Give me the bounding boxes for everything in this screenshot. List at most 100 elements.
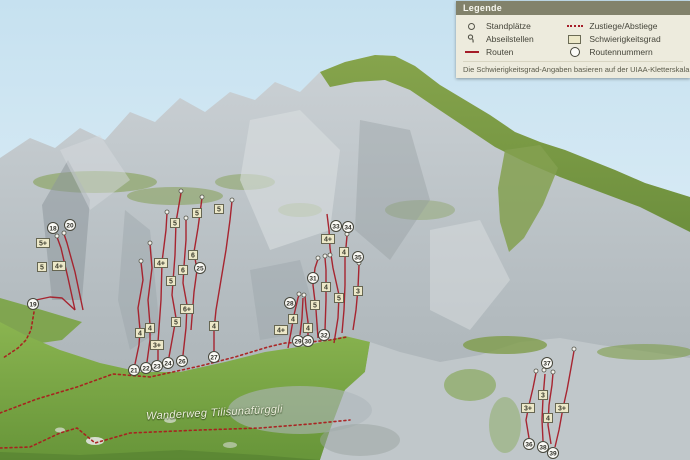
standplatz-marker <box>200 195 204 199</box>
grade-label: 3 <box>356 289 360 296</box>
route-number-label: 33 <box>332 223 340 230</box>
grade-label: 4 <box>138 331 142 338</box>
standplatz-marker <box>297 292 301 296</box>
standplatz-marker <box>148 241 152 245</box>
route-number-label: 36 <box>525 441 533 448</box>
route-line <box>325 258 326 330</box>
legend-item-routen: Routen <box>463 46 566 58</box>
standplatz-marker <box>302 293 306 297</box>
grade-label: 5 <box>217 207 221 214</box>
standplatz-marker <box>139 259 143 263</box>
route-number-label: 39 <box>549 450 557 457</box>
approach-trail-dotted <box>3 312 34 358</box>
route-number-label: 19 <box>29 301 37 308</box>
legend-item-routennummern: Routennummern <box>566 46 683 58</box>
grade-label: 4+ <box>55 264 63 271</box>
standplatz-icon <box>463 23 480 30</box>
route-number-label: 29 <box>294 338 302 345</box>
grade-label: 5+ <box>39 241 47 248</box>
grade-label: 5 <box>173 221 177 228</box>
grade-label: 6 <box>191 253 195 260</box>
legend-item-abseilstellen: Abseilstellen <box>463 33 566 45</box>
route-line <box>555 351 574 447</box>
grade-label: 4+ <box>277 328 285 335</box>
legend-item-label: Routennummern <box>589 46 652 58</box>
route-line <box>183 219 187 355</box>
standplatz-marker <box>572 347 576 351</box>
grade-label: 4 <box>342 250 346 257</box>
route-line <box>313 259 318 338</box>
route-number-label: 37 <box>543 360 551 367</box>
legend-item-label: Schwierigkeitsgrad <box>589 33 660 45</box>
standplatz-marker <box>184 216 188 220</box>
route-line <box>327 214 339 343</box>
approach-trail-dotted <box>0 337 347 413</box>
standplatz-marker <box>323 254 327 258</box>
route-number-label: 28 <box>286 300 294 307</box>
grade-label: 6 <box>181 268 185 275</box>
legend-item-standplaetze: Standplätze <box>463 20 566 32</box>
grade-label: 4 <box>306 326 310 333</box>
approach-trail-dotted <box>0 420 350 448</box>
standplatz-marker <box>62 231 66 235</box>
route-number-label: 32 <box>320 332 328 339</box>
grade-label: 4 <box>324 285 328 292</box>
route-line <box>158 213 167 360</box>
legend-item-label: Standplätze <box>486 20 531 32</box>
route-number-label: 22 <box>142 365 150 372</box>
legend-item-label: Routen <box>486 46 513 58</box>
zustieg-dotted-icon <box>566 25 583 27</box>
route-number-label: 23 <box>153 363 161 370</box>
grade-label: 4 <box>212 324 216 331</box>
legend-panel: Legende Standplätze Abseilstellen Routen <box>456 1 690 78</box>
grade-label: 4+ <box>157 261 165 268</box>
legend-item-label: Zustiege/Abstiege <box>589 20 657 32</box>
route-number-label: 27 <box>210 354 218 361</box>
standplatz-marker <box>316 256 320 260</box>
standplatz-marker <box>179 189 183 193</box>
route-number-label: 30 <box>304 338 312 345</box>
climbing-topo-image: 5+54+443+56+44+5665554+445454+4333+43+18… <box>0 0 690 460</box>
route-line <box>57 237 75 310</box>
route-number-label: 18 <box>49 225 57 232</box>
legend-note: Die Schwierigkeitsgrad-Angaben basieren … <box>463 61 683 74</box>
grade-label: 5 <box>337 296 341 303</box>
route-line-icon <box>463 51 480 53</box>
legend-item-schwierigkeitsgrad: Schwierigkeitsgrad <box>566 33 683 45</box>
grade-label: 3+ <box>153 343 161 350</box>
grade-label: 5 <box>313 303 317 310</box>
standplatz-marker <box>55 234 59 238</box>
route-number-icon <box>566 47 583 57</box>
grade-label: 4 <box>546 416 550 423</box>
standplatz-marker <box>534 369 538 373</box>
grade-label: 3+ <box>524 406 532 413</box>
route-number-label: 31 <box>309 275 317 282</box>
route-line <box>542 374 545 441</box>
standplatz-marker <box>230 198 234 202</box>
legend-item-label: Abseilstellen <box>486 33 534 45</box>
route-number-label: 26 <box>178 358 186 365</box>
route-number-label: 38 <box>539 444 547 451</box>
route-number-label: 24 <box>164 360 172 367</box>
grade-label: 4+ <box>324 237 332 244</box>
route-line <box>353 265 359 330</box>
route-line <box>36 297 75 310</box>
legend-item-zustiege: Zustiege/Abstiege <box>566 20 683 32</box>
route-number-label: 25 <box>196 265 204 272</box>
standplatz-marker <box>328 253 332 257</box>
abseilstelle-icon <box>463 34 480 44</box>
route-line <box>300 298 303 335</box>
grade-box-icon <box>566 35 583 44</box>
grade-label: 4 <box>148 326 152 333</box>
legend-body: Standplätze Abseilstellen Routen Zustieg… <box>456 15 690 78</box>
legend-title: Legende <box>456 1 690 15</box>
grade-label: 6+ <box>183 307 191 314</box>
standplatz-marker <box>165 210 169 214</box>
route-number-label: 35 <box>354 254 362 261</box>
grade-label: 3 <box>541 393 545 400</box>
grade-label: 5 <box>40 265 44 272</box>
route-number-label: 34 <box>344 224 352 231</box>
route-number-label: 20 <box>66 222 74 229</box>
route-number-label: 21 <box>130 367 138 374</box>
grade-label: 5 <box>195 211 199 218</box>
